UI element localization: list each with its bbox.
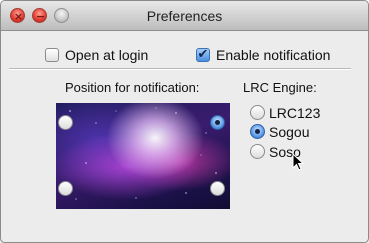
open-at-login-label[interactable]: Open at login	[65, 47, 148, 63]
title-bar: × − Preferences	[1, 1, 368, 31]
radio-dot	[255, 129, 260, 134]
position-bottom-left-radio[interactable]	[58, 181, 73, 196]
position-label: Position for notification:	[65, 80, 200, 95]
lrc123-label[interactable]: LRC123	[269, 105, 320, 121]
open-at-login-option[interactable]: Open at login	[45, 46, 148, 64]
preferences-window: × − Preferences Open at login ✔ Enable n…	[0, 0, 369, 243]
starfield-wallpaper	[69, 107, 217, 200]
sogou-radio[interactable]	[250, 124, 265, 139]
divider	[9, 68, 351, 70]
enable-notification-checkbox[interactable]: ✔	[196, 48, 210, 62]
radio-button[interactable]	[58, 181, 73, 196]
radio-button-selected[interactable]	[210, 115, 225, 130]
radio-button[interactable]	[210, 181, 225, 196]
lrc-engine-label: LRC Engine:	[243, 80, 317, 95]
enable-notification-label[interactable]: Enable notification	[216, 47, 330, 63]
position-bottom-right-radio[interactable]	[210, 181, 225, 196]
radio-button[interactable]	[58, 115, 73, 130]
mouse-pointer-icon	[292, 153, 304, 171]
position-top-left-radio[interactable]	[58, 115, 73, 130]
enable-notification-option[interactable]: ✔ Enable notification	[196, 46, 330, 64]
checkmark-icon: ✔	[197, 47, 209, 62]
soso-radio[interactable]	[250, 144, 265, 159]
window-title: Preferences	[146, 8, 223, 24]
sogou-label[interactable]: Sogou	[269, 124, 309, 140]
radio-dot	[215, 120, 220, 125]
lrc123-radio[interactable]	[250, 105, 265, 120]
preferences-content: Open at login ✔ Enable notification Posi…	[1, 32, 368, 242]
notification-position-preview	[56, 103, 230, 209]
lrc-engine-option-sogou[interactable]: Sogou	[250, 123, 309, 140]
position-top-right-radio[interactable]	[210, 115, 225, 130]
lrc-engine-option-lrc123[interactable]: LRC123	[250, 104, 320, 121]
open-at-login-checkbox[interactable]	[45, 48, 59, 62]
